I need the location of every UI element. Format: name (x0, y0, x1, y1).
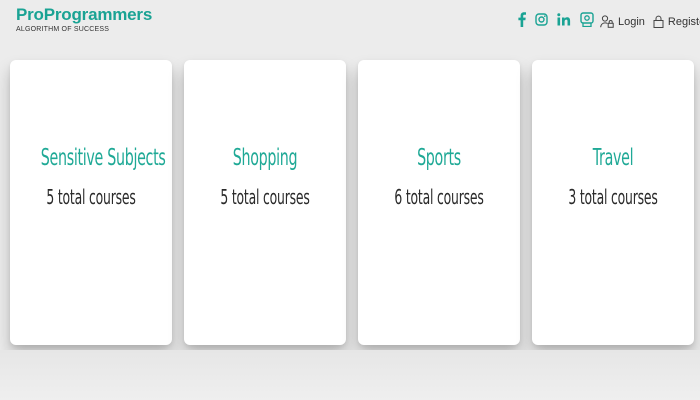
category-card-sports[interactable]: Sports 6 total courses (358, 60, 520, 345)
brand-name: ProProgrammers (16, 5, 153, 24)
category-title: Sensitive Subjects (40, 145, 166, 171)
login-link[interactable]: Login (600, 15, 645, 28)
brand-logo[interactable]: ProProgrammers ALGORITHM OF SUCCESS (16, 5, 152, 34)
social-links (518, 12, 603, 27)
top-navigation-bar: ProProgrammers ALGORITHM OF SUCCESS Logi… (0, 0, 700, 44)
category-course-count: 5 total courses (220, 185, 310, 209)
category-card-travel[interactable]: Travel 3 total courses (532, 60, 694, 345)
auth-links: Login Register (600, 15, 700, 28)
category-grid: Sensitive Subjects 5 total courses Shopp… (10, 60, 694, 345)
lock-icon (653, 15, 664, 28)
facebook-icon[interactable] (518, 12, 526, 27)
register-link[interactable]: Register (653, 15, 700, 28)
category-course-count: 3 total courses (568, 185, 658, 209)
certificate-icon[interactable] (580, 12, 594, 27)
category-course-count: 5 total courses (46, 185, 136, 209)
linkedin-icon[interactable] (557, 13, 571, 26)
register-label: Register (667, 15, 700, 28)
category-card-sensitive-subjects[interactable]: Sensitive Subjects 5 total courses (10, 60, 172, 345)
brand-tagline: ALGORITHM OF SUCCESS (16, 26, 110, 33)
category-course-count: 6 total courses (394, 185, 484, 209)
card-row-reflection (0, 350, 700, 400)
category-title: Travel (592, 145, 634, 171)
login-label: Login (618, 15, 645, 28)
category-title: Sports (417, 145, 461, 171)
category-card-shopping[interactable]: Shopping 5 total courses (184, 60, 346, 345)
category-title: Shopping (232, 145, 298, 171)
instagram-icon[interactable] (535, 13, 548, 26)
user-lock-icon (600, 15, 614, 28)
